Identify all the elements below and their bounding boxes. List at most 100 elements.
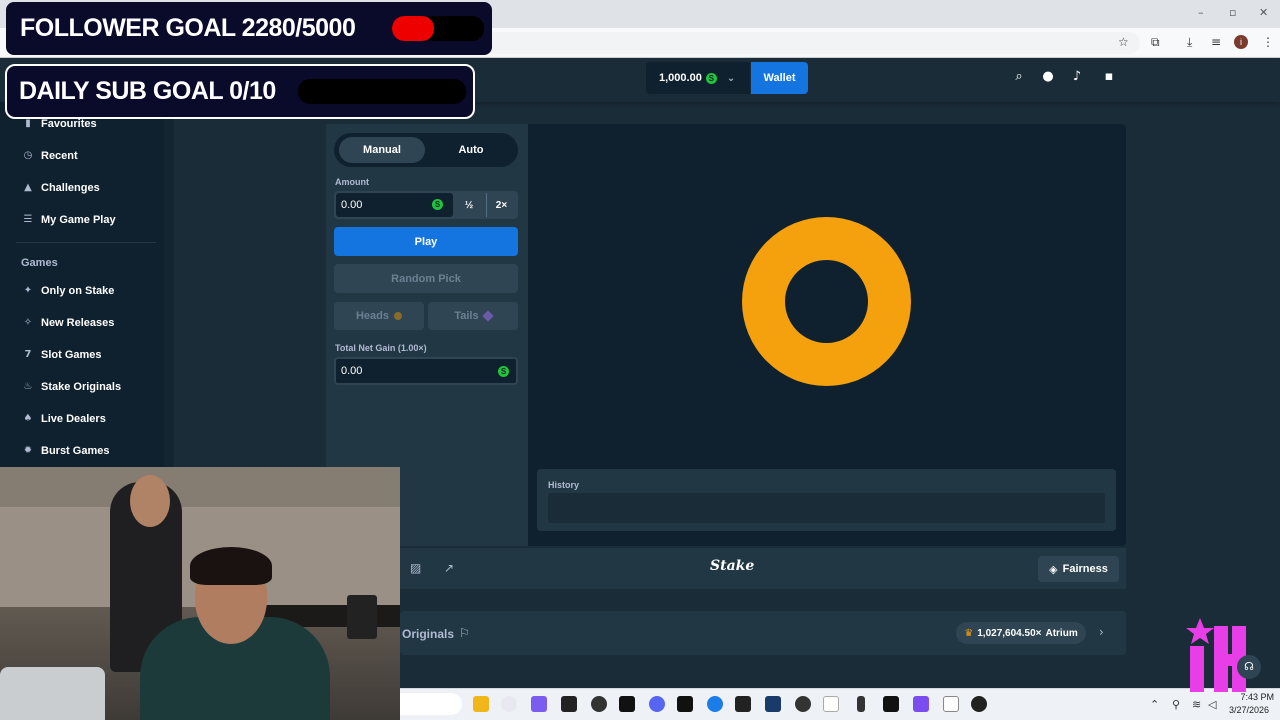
snipping-tool-icon[interactable] (823, 696, 839, 712)
tails-label: Tails (454, 310, 479, 322)
wifi-icon[interactable]: ≋ (1192, 698, 1201, 711)
restore-icon[interactable]: ▫ (1229, 6, 1236, 19)
trophy-icon: ♛ (964, 627, 974, 639)
clock-icon: ◷ (23, 150, 33, 161)
follower-goal-text: FOLLOWER GOAL 2280/5000 (20, 14, 356, 42)
file-explorer-icon[interactable] (473, 696, 489, 712)
sub-goal-progress (298, 79, 466, 104)
sidebar-item-label: Live Dealers (41, 413, 106, 425)
minimize-icon[interactable]: – (1198, 6, 1204, 19)
tab-auto[interactable]: Auto (428, 137, 514, 163)
sidebar-item-label: Stake Originals (41, 381, 122, 393)
chat-icon[interactable]: ▪ (1101, 69, 1117, 85)
shield-check-icon: ◈ (1049, 562, 1058, 576)
search-icon[interactable]: ⌕ (1011, 69, 1027, 85)
tab-manual[interactable]: Manual (339, 137, 425, 163)
flip-coin-center (785, 260, 868, 343)
bookmark-icon: ▮ (25, 118, 31, 129)
download-icon[interactable]: ⤓ (1187, 35, 1192, 50)
arc-icon[interactable] (619, 696, 635, 712)
sidebar-item-my-game-play[interactable]: ☰ My Game Play (22, 214, 116, 226)
flame-icon: ♨ (23, 381, 33, 392)
microphone-icon[interactable]: ⚲ (1172, 698, 1180, 711)
sidebar-item-label: Favourites (41, 118, 97, 130)
chrome-icon[interactable] (591, 696, 607, 712)
sidebar-item-favourites[interactable]: ▮ Favourites (22, 118, 97, 130)
lens-icon[interactable]: ⧉ (1151, 35, 1160, 50)
close-icon[interactable]: ✕ (1259, 6, 1268, 19)
sidebar-item-recent[interactable]: ◷ Recent (22, 150, 78, 162)
sidebar-item-slot-games[interactable]: 7 Slot Games (22, 349, 102, 361)
list-icon: ☰ (23, 214, 33, 225)
terminal-icon[interactable] (883, 696, 899, 712)
obs-icon[interactable] (971, 696, 987, 712)
balance-value: 1,000.00 (659, 72, 702, 84)
slots-icon: 7 (24, 349, 32, 360)
bookmark-icon[interactable]: ⚐ (459, 626, 470, 640)
heads-coin-icon (394, 312, 403, 320)
half-amount-button[interactable]: ½ (455, 193, 483, 217)
media-icon[interactable]: ≡ (1211, 35, 1221, 49)
heads-button[interactable]: Heads (334, 302, 424, 330)
menu-kebab-icon[interactable]: ⋮ (1262, 35, 1274, 49)
sidebar-item-burst-games[interactable]: ✹ Burst Games (22, 445, 110, 457)
sidebar-item-only-on-stake[interactable]: ✦ Only on Stake (22, 285, 115, 297)
history-label: History (548, 480, 580, 490)
sidebar-item-new-releases[interactable]: ✧ New Releases (22, 317, 115, 329)
record-value: 1,027,604.50× (977, 627, 1042, 639)
taskbar-date[interactable]: 3/27/2026 (1224, 705, 1269, 715)
streamer-logo (1186, 618, 1246, 692)
sparkle-icon: ✧ (23, 317, 33, 328)
amount-label: Amount (335, 177, 369, 187)
itunes-icon[interactable] (501, 696, 517, 712)
chevron-right-icon[interactable]: › (1099, 625, 1104, 639)
profile-avatar[interactable]: i (1234, 35, 1248, 49)
sidebar-item-live-dealers[interactable]: ♠ Live Dealers (22, 413, 106, 425)
currency-coin-icon: S (498, 366, 509, 377)
user-icon[interactable]: ● (1040, 69, 1056, 85)
stake-logo: Stake (710, 558, 755, 574)
currency-coin-icon: S (432, 199, 443, 210)
app-g-icon[interactable] (795, 696, 811, 712)
record-badge[interactable]: ♛ 1,027,604.50× Atrium (956, 622, 1086, 644)
originals-label[interactable]: Originals (402, 627, 454, 641)
edge-icon[interactable] (707, 696, 723, 712)
taskbar-search[interactable] (400, 693, 462, 715)
mic-device-icon[interactable] (857, 696, 865, 712)
stats-chart-icon[interactable]: ▨ (410, 561, 424, 575)
play-button[interactable]: Play (334, 227, 518, 256)
follower-goal-fill (392, 16, 434, 41)
wallet-button[interactable]: Wallet (751, 62, 808, 94)
bookmark-star-icon[interactable]: ☆ (1118, 35, 1129, 49)
headset-support-icon[interactable]: ☊ (1237, 655, 1261, 679)
address-bar[interactable] (480, 32, 1140, 54)
sidebar-item-label: Only on Stake (41, 285, 115, 297)
epic-games-icon[interactable] (561, 696, 577, 712)
notepad-icon[interactable] (943, 696, 959, 712)
volume-icon[interactable]: ◁ (1208, 698, 1216, 711)
game-controller-icon[interactable] (531, 696, 547, 712)
currency-coin-icon: S (705, 72, 717, 84)
sidebar-divider (16, 242, 156, 243)
notification-bell-icon[interactable]: ♪ (1069, 69, 1085, 85)
random-pick-button[interactable]: Random Pick (334, 264, 518, 293)
sidebar-item-label: Challenges (41, 182, 100, 194)
sidebar-item-stake-originals[interactable]: ♨ Stake Originals (22, 381, 122, 393)
tray-chevron-icon[interactable]: ⌃ (1150, 698, 1159, 711)
balance-selector[interactable]: 1,000.00 S ⌄ (646, 62, 750, 94)
sub-goal-text: DAILY SUB GOAL 0/10 (19, 77, 276, 105)
call-of-duty-icon[interactable] (735, 696, 751, 712)
tails-button[interactable]: Tails (428, 302, 518, 330)
burst-icon: ✹ (23, 445, 33, 456)
grid-app-icon[interactable] (913, 696, 929, 712)
battlenet-icon[interactable] (765, 696, 781, 712)
capcut-icon[interactable] (677, 696, 693, 712)
double-amount-button[interactable]: 2× (486, 193, 516, 217)
heads-label: Heads (355, 310, 390, 322)
webcam-feed (0, 467, 400, 720)
live-stats-icon[interactable]: ↗ (444, 561, 458, 575)
sidebar-item-challenges[interactable]: ▲ Challenges (22, 182, 100, 194)
history-track (548, 493, 1105, 523)
fairness-button[interactable]: ◈ Fairness (1038, 556, 1119, 582)
discord-icon[interactable] (649, 696, 665, 712)
